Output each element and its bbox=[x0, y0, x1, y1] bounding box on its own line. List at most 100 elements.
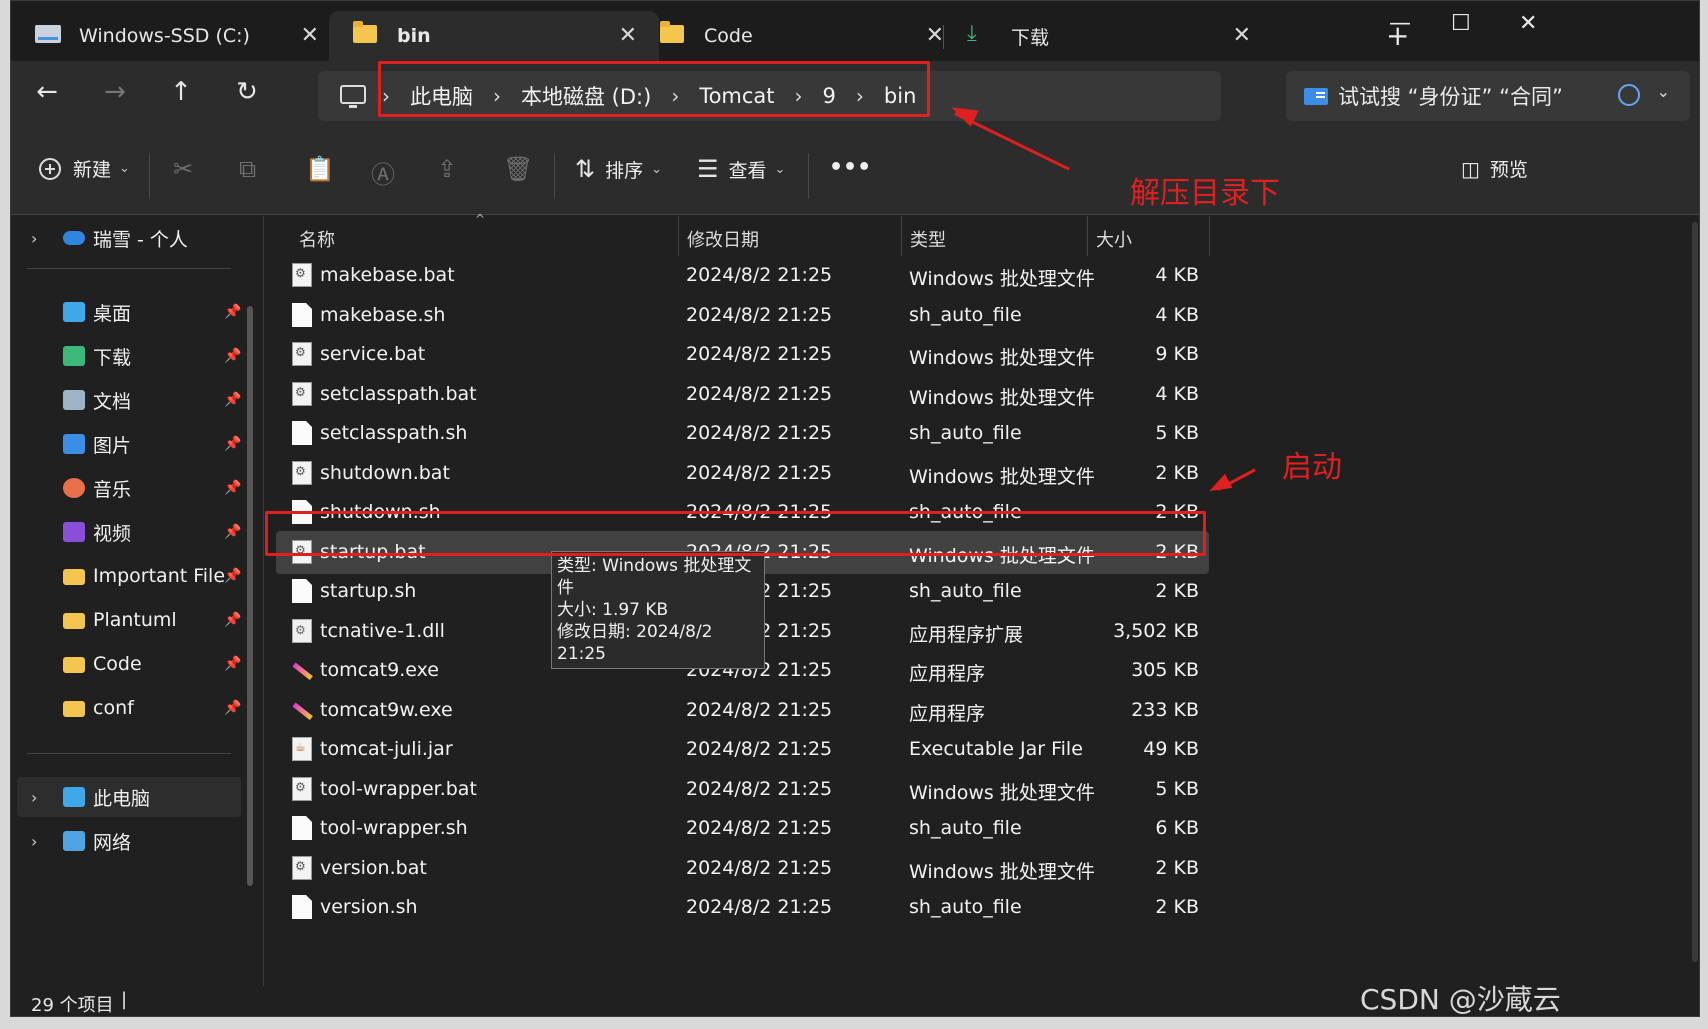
chevron-right-icon[interactable]: › bbox=[31, 229, 37, 248]
network-icon bbox=[63, 831, 85, 851]
sidebar-item-quick-access[interactable]: 图片 📌 bbox=[11, 424, 241, 464]
table-row[interactable]: shutdown.bat 2024/8/2 21:25 Windows 批处理文件 2… bbox=[264, 452, 1209, 495]
sidebar-item-quick-access[interactable]: 音乐 📌 bbox=[11, 468, 241, 508]
id-card-icon bbox=[1304, 87, 1328, 105]
file-type: Windows 批处理文件 bbox=[909, 387, 1095, 409]
pin-icon[interactable]: 📌 bbox=[224, 436, 241, 452]
folder-icon bbox=[63, 613, 85, 629]
table-row[interactable]: makebase.bat 2024/8/2 21:25 Windows 批处理文件 4… bbox=[264, 254, 1209, 297]
file-list-scrollbar[interactable] bbox=[1692, 222, 1698, 962]
table-row[interactable]: service.bat 2024/8/2 21:25 Windows 批处理文件 9 … bbox=[264, 333, 1209, 376]
close-icon[interactable]: ✕ bbox=[619, 23, 637, 48]
rename-icon[interactable]: Ⓐ bbox=[371, 155, 405, 190]
sidebar-item-onedrive[interactable]: › 瑞雪 - 个人 bbox=[11, 218, 241, 258]
sidebar-scrollbar[interactable] bbox=[247, 306, 253, 886]
more-options-button[interactable]: ••• bbox=[829, 155, 871, 180]
chevron-down-icon[interactable]: ⌄ bbox=[1657, 82, 1670, 101]
delete-icon[interactable]: 🗑 bbox=[503, 155, 543, 183]
file-date: 2024/8/2 21:25 bbox=[686, 896, 833, 918]
table-row[interactable]: version.bat 2024/8/2 21:25 Windows 批处理文件 2 … bbox=[264, 847, 1209, 890]
search-box[interactable]: 试试搜 “身份证” “合同” ⌄ bbox=[1286, 71, 1690, 121]
maximize-button[interactable]: ☐ bbox=[1451, 11, 1471, 36]
close-icon[interactable]: ✕ bbox=[926, 23, 944, 48]
sidebar-item-quick-access[interactable]: Code 📌 bbox=[11, 644, 241, 684]
file-exe-icon bbox=[292, 658, 312, 682]
column-name[interactable]: 名称 bbox=[299, 226, 335, 252]
share-icon[interactable]: ⇪ bbox=[437, 155, 467, 183]
forward-arrow-icon[interactable]: → bbox=[95, 77, 135, 107]
navigation-pane: › 瑞雪 - 个人 桌面 📌 下载 📌 文档 📌 图片 📌 音乐 📌 视频 📌 Important Fi… bbox=[11, 216, 263, 986]
pin-icon[interactable]: 📌 bbox=[224, 524, 241, 540]
sidebar-item-quick-access[interactable]: Important File 📌 bbox=[11, 556, 241, 596]
sidebar-item-network[interactable]: › 网络 bbox=[11, 821, 241, 861]
cut-icon[interactable]: ✂ bbox=[173, 155, 203, 183]
tab-downloads[interactable]: ⤓ 下载 ✕ bbox=[943, 11, 1273, 61]
toolbar-divider bbox=[149, 153, 150, 199]
sort-button[interactable]: ⇅ 排序 ⌄ bbox=[575, 155, 662, 183]
sidebar-item-quick-access[interactable]: 文档 📌 bbox=[11, 380, 241, 420]
pin-icon[interactable]: 📌 bbox=[224, 612, 241, 628]
table-row[interactable]: tool-wrapper.bat 2024/8/2 21:25 Windows 批处… bbox=[264, 768, 1209, 811]
chevron-right-icon[interactable]: › bbox=[31, 788, 37, 807]
file-type: sh_auto_file bbox=[909, 817, 1022, 839]
column-divider[interactable] bbox=[1087, 216, 1088, 256]
up-arrow-icon[interactable]: ↑ bbox=[161, 77, 201, 107]
toolbar-divider bbox=[808, 153, 809, 199]
preview-button[interactable]: ◫ 预览 bbox=[1461, 155, 1528, 182]
file-size: 2 KB bbox=[1155, 896, 1199, 918]
new-button[interactable]: 新建 ⌄ bbox=[39, 155, 130, 182]
minimize-button[interactable]: — bbox=[1389, 11, 1411, 36]
copy-icon[interactable]: ⧉ bbox=[239, 155, 266, 183]
tab-code[interactable]: Code ✕ bbox=[636, 11, 966, 61]
file-date: 2024/8/2 21:25 bbox=[686, 738, 833, 760]
table-row[interactable]: tomcat9w.exe 2024/8/2 21:25 应用程序 233 KB bbox=[264, 689, 1209, 732]
table-row[interactable]: tool-wrapper.sh 2024/8/2 21:25 sh_auto_fil… bbox=[264, 807, 1209, 850]
pin-icon[interactable]: 📌 bbox=[224, 348, 241, 364]
copilot-icon[interactable] bbox=[1618, 84, 1640, 106]
pin-icon[interactable]: 📌 bbox=[224, 568, 241, 584]
column-date[interactable]: 修改日期 bbox=[687, 226, 759, 252]
table-row[interactable]: setclasspath.sh 2024/8/2 21:25 sh_auto_fil… bbox=[264, 412, 1209, 455]
sidebar-item-quick-access[interactable]: Plantuml 📌 bbox=[11, 600, 241, 640]
pin-icon[interactable]: 📌 bbox=[224, 700, 241, 716]
view-button[interactable]: ☰ 查看 ⌄ bbox=[697, 155, 785, 183]
sidebar-item-this-pc[interactable]: › 此电脑 bbox=[17, 777, 241, 817]
file-bat-icon bbox=[292, 342, 312, 366]
pin-icon[interactable]: 📌 bbox=[224, 480, 241, 496]
pin-icon[interactable]: 📌 bbox=[224, 392, 241, 408]
file-date: 2024/8/2 21:25 bbox=[686, 264, 833, 286]
column-divider[interactable] bbox=[678, 216, 679, 256]
file-type: Windows 批处理文件 bbox=[909, 466, 1095, 488]
pin-icon[interactable]: 📌 bbox=[224, 304, 241, 320]
column-type[interactable]: 类型 bbox=[910, 226, 946, 252]
column-divider[interactable] bbox=[901, 216, 902, 256]
column-divider[interactable] bbox=[1209, 216, 1210, 256]
sidebar-item-quick-access[interactable]: 视频 📌 bbox=[11, 512, 241, 552]
pin-icon[interactable]: 📌 bbox=[224, 656, 241, 672]
close-icon[interactable]: ✕ bbox=[301, 23, 319, 48]
file-type: Windows 批处理文件 bbox=[909, 861, 1095, 883]
tab-bin[interactable]: bin ✕ bbox=[329, 11, 659, 61]
tab-windows-ssd[interactable]: Windows-SSD (C:) ✕ bbox=[11, 11, 341, 61]
column-size[interactable]: 大小 bbox=[1096, 226, 1132, 252]
window-close-button[interactable]: ✕ bbox=[1519, 11, 1537, 36]
file-size: 4 KB bbox=[1155, 264, 1199, 286]
sidebar-item-quick-access[interactable]: 桌面 📌 bbox=[11, 292, 241, 332]
back-arrow-icon[interactable]: ← bbox=[27, 77, 67, 107]
sidebar-item-label: 此电脑 bbox=[93, 787, 151, 810]
table-row[interactable]: tomcat-juli.jar 2024/8/2 21:25 Executable … bbox=[264, 728, 1209, 771]
file-date: 2024/8/2 21:25 bbox=[686, 422, 833, 444]
table-row[interactable]: version.sh 2024/8/2 21:25 sh_auto_file 2 KB bbox=[264, 886, 1209, 929]
chevron-right-icon[interactable]: › bbox=[31, 832, 37, 851]
file-size: 305 KB bbox=[1131, 659, 1199, 681]
sidebar-item-quick-access[interactable]: conf 📌 bbox=[11, 688, 241, 728]
close-icon[interactable]: ✕ bbox=[1233, 23, 1251, 48]
status-caret: | bbox=[121, 989, 128, 1010]
sidebar-item-quick-access[interactable]: 下载 📌 bbox=[11, 336, 241, 376]
table-row[interactable]: makebase.sh 2024/8/2 21:25 sh_auto_file 4 K… bbox=[264, 294, 1209, 337]
table-row[interactable]: setclasspath.bat 2024/8/2 21:25 Windows 批处… bbox=[264, 373, 1209, 416]
file-date: 2024/8/2 21:25 bbox=[686, 343, 833, 365]
refresh-icon[interactable]: ↻ bbox=[227, 77, 267, 107]
tab-label: bin bbox=[397, 25, 431, 47]
paste-icon[interactable]: 📋 bbox=[305, 155, 345, 183]
